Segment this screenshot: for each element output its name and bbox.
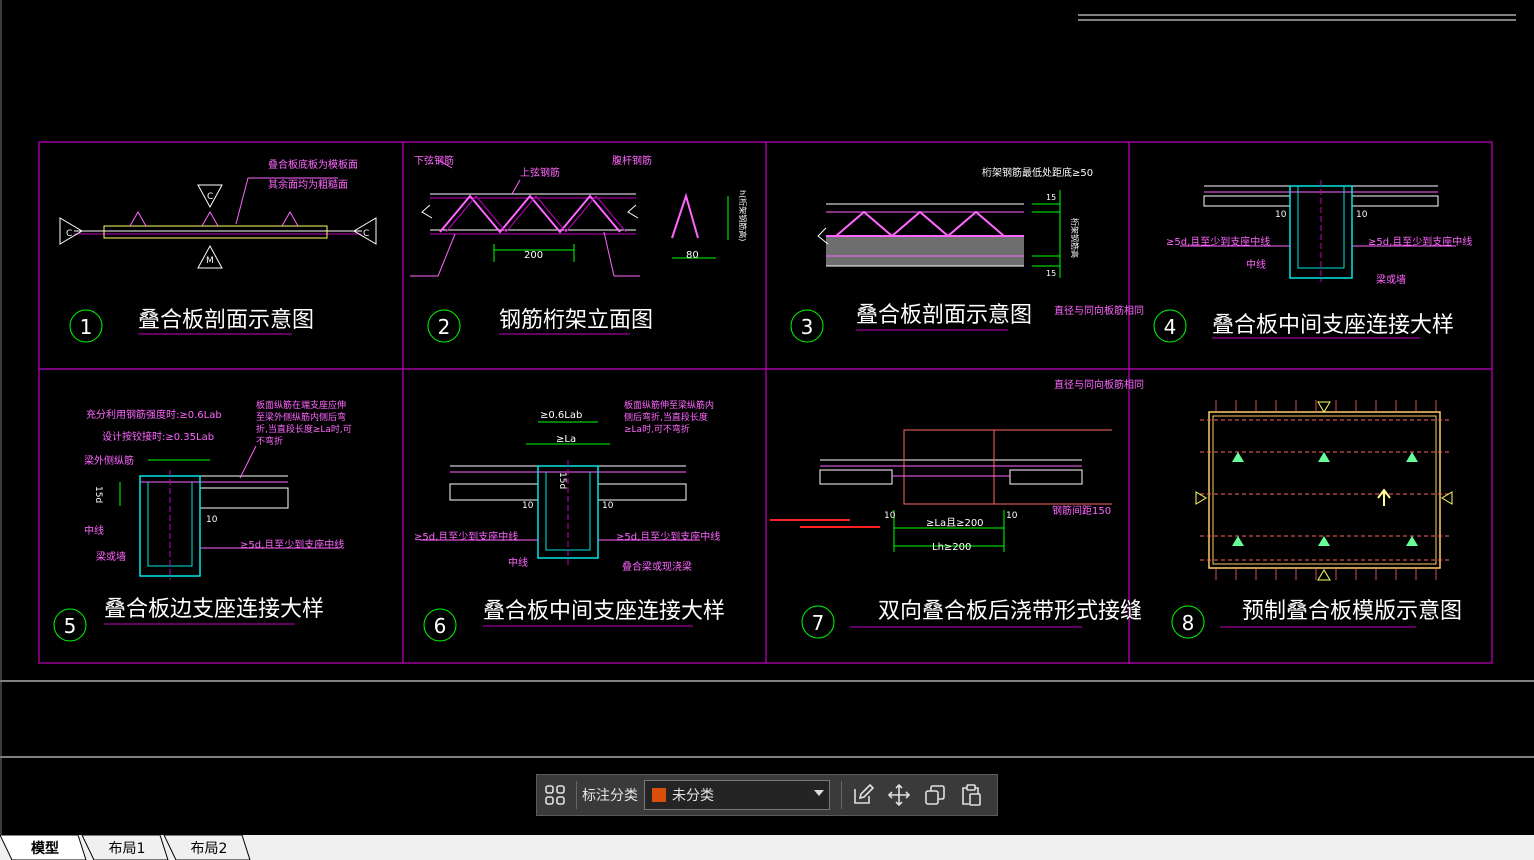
p6-midline: 中线: [508, 556, 528, 569]
move-icon[interactable]: [881, 778, 917, 812]
p7-note: 直径与同向板筋相同: [1054, 378, 1144, 391]
detail-3-title: 叠合板剖面示意图: [856, 303, 1032, 328]
p1-note-2: 其余面均为粗糙面: [268, 178, 348, 191]
category-dropdown[interactable]: 未分类: [644, 780, 830, 810]
detail-4-title: 叠合板中间支座连接大样: [1212, 313, 1454, 338]
p4-dim-10-left: 10: [1275, 210, 1287, 220]
detail-4-number: 4: [1164, 315, 1177, 339]
tab-model[interactable]: 模型: [14, 835, 76, 860]
toolbar-divider: [576, 781, 577, 809]
p5-midline: 中线: [84, 524, 104, 537]
p5-dim-15d: 15d: [93, 486, 103, 503]
detail-5-number: 5: [64, 614, 77, 638]
section-mark-c-left: C: [66, 229, 72, 239]
p7-dim-10-right: 10: [1006, 511, 1018, 521]
p2-lower-chord-label: 下弦钢筋: [414, 154, 454, 167]
detail-2-title: 钢筋桁架立面图: [499, 308, 653, 333]
detail-1-graphic: [59, 177, 377, 269]
detail-3-number: 3: [801, 315, 814, 339]
p7-dim-10-left: 10: [884, 511, 896, 521]
p7-lh: Lh≥200: [932, 542, 971, 553]
section-mark-c-right: C: [363, 229, 369, 239]
detail-7-number: 7: [812, 611, 825, 635]
p6-lab: ≥0.6Lab: [540, 410, 582, 421]
detail-8-number: 8: [1182, 611, 1195, 635]
category-value: 未分类: [672, 788, 714, 804]
detail-7-title: 双向叠合板后浇带形式接缝: [878, 599, 1142, 624]
category-color-swatch: [652, 788, 666, 802]
annotation-toolbar: 标注分类 未分类: [536, 774, 998, 816]
detail-4-graphic: [1180, 180, 1456, 282]
chevron-down-icon: [814, 790, 824, 796]
detail-5-graphic: [119, 445, 340, 580]
p6-right-anchor: ≥5d,且至少到支座中线: [616, 530, 720, 543]
p3-side-label: 桁架钢筋高: [1070, 218, 1080, 258]
p6-dim-15d: 15d: [557, 472, 567, 489]
p4-right-anchor: ≥5d,且至少到支座中线: [1368, 235, 1472, 248]
detail-6-number: 6: [434, 614, 447, 638]
p5-lab-2: 设计按铰接时:≥0.35Lab: [102, 430, 214, 443]
tab-layout-2[interactable]: 布局2: [178, 835, 240, 860]
p2-dim-80: 80: [686, 250, 699, 261]
p6-dim-10-left: 10: [522, 501, 534, 511]
drawing-svg: C C C M 叠合板底板为模板面 其余面均为粗糙面 1 叠合板剖面示意图 下弦…: [0, 0, 1534, 835]
p5-note: 板面纵筋在端支座应伸至梁外侧纵筋内侧后弯折,当直段长度≥La时,可不弯折: [256, 401, 352, 447]
p2-dim-200: 200: [524, 250, 543, 261]
toolbar-divider: [841, 781, 842, 809]
paste-icon[interactable]: [953, 778, 989, 812]
p4-beam: 梁或墙: [1376, 273, 1406, 286]
cad-drawing-canvas[interactable]: C C C M 叠合板底板为模板面 其余面均为粗糙面 1 叠合板剖面示意图 下弦…: [0, 0, 1534, 835]
detail-2-graphic: [410, 159, 729, 277]
edit-icon[interactable]: [845, 778, 881, 812]
detail-8-title: 预制叠合板模版示意图: [1242, 599, 1462, 624]
section-mark-m: M: [206, 256, 214, 266]
layout-tab-bar: 模型 布局1 布局2: [0, 835, 1534, 860]
p4-left-anchor: ≥5d,且至少到支座中线: [1166, 235, 1270, 248]
p5-dim-10: 10: [206, 515, 218, 525]
detail-8-graphic: [1195, 400, 1453, 581]
p6-note: 板面纵筋伸至梁纵筋内侧后弯折,当直段长度≥La时,可不弯折: [624, 401, 714, 435]
annotation-category-label: 标注分类: [582, 788, 638, 804]
p2-height-label: h(桁架钢筋高): [738, 190, 748, 241]
p6-beam: 叠合梁或现浇梁: [622, 560, 692, 573]
p5-beam: 梁或墙: [96, 550, 126, 563]
p4-dim-10-right: 10: [1356, 210, 1368, 220]
detail-2-number: 2: [438, 315, 451, 339]
p7-spacing: 钢筋间距150: [1052, 504, 1111, 517]
section-mark-c-top: C: [207, 192, 213, 202]
p3-dim-15-bottom: 15: [1046, 269, 1056, 278]
p2-web-label: 腹杆钢筋: [612, 154, 652, 167]
grid-apps-icon[interactable]: [537, 778, 573, 812]
copy-icon[interactable]: [917, 778, 953, 812]
p2-upper-chord-label: 上弦钢筋: [520, 166, 560, 179]
detail-3-graphic: [817, 190, 1061, 278]
p3-top-note: 桁架钢筋最低处距底≥50: [982, 166, 1093, 179]
p7-lal: ≥La且≥200: [926, 517, 984, 529]
p1-note-1: 叠合板底板为模板面: [268, 158, 358, 171]
p6-left-anchor: ≥5d,且至少到支座中线: [414, 530, 518, 543]
p6-dim-10-right: 10: [602, 501, 614, 511]
detail-7-graphic: [770, 429, 1112, 552]
detail-1-number: 1: [80, 315, 93, 339]
p5-edge-bar: 梁外侧纵筋: [84, 454, 134, 467]
detail-5-title: 叠合板边支座连接大样: [104, 597, 324, 622]
p5-anchor: ≥5d,且至少到支座中线: [240, 538, 344, 551]
detail-6-title: 叠合板中间支座连接大样: [483, 599, 725, 624]
p5-lab-1: 充分利用钢筋强度时:≥0.6Lab: [86, 408, 222, 421]
p3-dim-15-top: 15: [1046, 193, 1056, 202]
p3-note: 直径与同向板筋相同: [1054, 304, 1144, 317]
p4-midline: 中线: [1246, 258, 1266, 271]
detail-1-title: 叠合板剖面示意图: [138, 308, 314, 333]
p6-la: ≥La: [556, 434, 576, 445]
tab-layout-1[interactable]: 布局1: [96, 835, 158, 860]
